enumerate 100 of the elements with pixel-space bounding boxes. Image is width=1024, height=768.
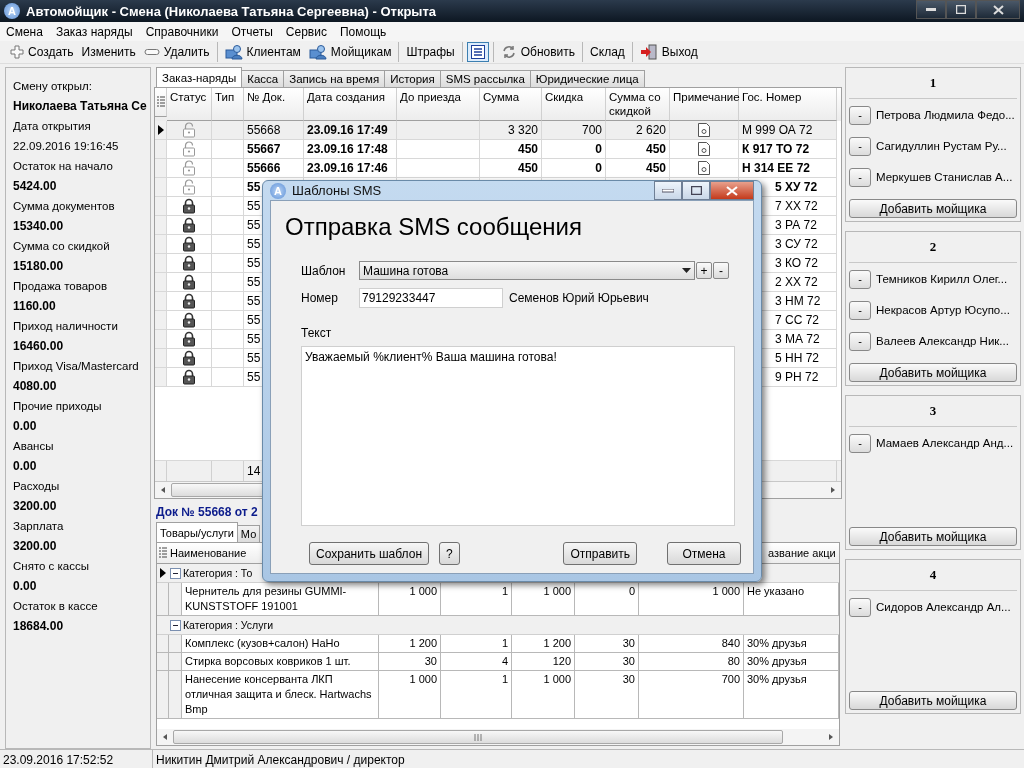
toolbar-button[interactable]: Обновить bbox=[497, 42, 579, 62]
remove-washer-button[interactable]: - bbox=[849, 300, 871, 320]
remove-washer-button[interactable]: - bbox=[849, 136, 871, 156]
toolbar-button[interactable]: Клиентам bbox=[221, 42, 304, 62]
menu-item[interactable]: Сервис bbox=[285, 24, 327, 39]
column-header[interactable]: Сумма bbox=[483, 90, 520, 104]
field-label: Номер bbox=[301, 291, 339, 305]
remove-template-button[interactable]: - bbox=[713, 262, 729, 279]
toolbar-button[interactable]: Выход bbox=[636, 42, 701, 62]
tab[interactable]: Заказ-наряды bbox=[156, 67, 243, 87]
phone-number-field[interactable]: 79129233447 bbox=[359, 288, 503, 308]
add-washer-button[interactable]: Добавить мойщика bbox=[849, 691, 1017, 710]
tab[interactable]: Касса bbox=[241, 70, 285, 87]
collapse-icon[interactable] bbox=[170, 619, 181, 631]
maximize-button[interactable] bbox=[946, 0, 976, 19]
tab[interactable]: Мо bbox=[236, 525, 261, 542]
window-title: Автомойщик - Смена (Николаева Татьяна Сергеевна) - Открыта bbox=[26, 3, 438, 19]
table-cell: 0 bbox=[595, 161, 602, 175]
table-cell: 2 620 bbox=[635, 123, 666, 137]
menu-item[interactable]: Заказ наряды bbox=[55, 24, 133, 39]
table-row[interactable]: 55668 23.09.16 17:49 3 320 700 2 620 М 999 ОА 72 bbox=[155, 121, 841, 140]
toolbar-button[interactable]: Удалить bbox=[140, 42, 213, 62]
maximize-button[interactable] bbox=[682, 181, 710, 200]
summary-value: 1160.00 bbox=[13, 298, 57, 315]
toolbar-button[interactable]: Склад bbox=[587, 42, 628, 62]
table-cell: 23.09.16 17:49 bbox=[307, 123, 388, 137]
remove-washer-button[interactable]: - bbox=[849, 597, 871, 617]
table-cell: 55 bbox=[247, 313, 261, 327]
remove-washer-button[interactable]: - bbox=[849, 269, 871, 289]
tab[interactable]: SMS рассылка bbox=[439, 70, 531, 87]
menu-item[interactable]: Справочники bbox=[145, 24, 219, 39]
add-template-button[interactable]: + bbox=[696, 262, 712, 279]
column-header[interactable]: До приезда bbox=[400, 90, 461, 104]
menu-item[interactable]: Помощь bbox=[339, 24, 387, 39]
remove-washer-button[interactable]: - bbox=[849, 167, 871, 187]
column-header[interactable]: Дата создания bbox=[307, 90, 385, 104]
summary-label: Приход наличности bbox=[13, 319, 119, 334]
collapse-icon[interactable] bbox=[170, 567, 181, 579]
table-cell: 55668 bbox=[247, 123, 281, 137]
dialog-button[interactable]: Отмена bbox=[667, 542, 741, 565]
washer-name: Сагидуллин Рустам Ру... bbox=[876, 140, 1007, 152]
column-header[interactable]: Сумма со скидкой bbox=[609, 90, 666, 118]
column-header[interactable]: Наименование bbox=[170, 547, 247, 559]
tab[interactable]: Запись на время bbox=[283, 70, 386, 87]
column-header[interactable]: Скидка bbox=[545, 90, 584, 104]
horizontal-scrollbar[interactable] bbox=[157, 729, 839, 745]
remove-washer-button[interactable]: - bbox=[849, 331, 871, 351]
column-chooser-icon[interactable] bbox=[159, 547, 167, 559]
column-header[interactable]: азвание акци bbox=[768, 547, 836, 559]
table-cell: 0 bbox=[595, 142, 602, 156]
column-header[interactable]: № Док. bbox=[247, 90, 286, 104]
tab[interactable]: История bbox=[384, 70, 441, 87]
column-chooser-icon[interactable] bbox=[156, 96, 165, 108]
toolbar-button[interactable]: Мойщикам bbox=[305, 42, 395, 62]
group-row[interactable]: Категория : Услуги bbox=[157, 616, 839, 635]
summary-value: 16460.00 bbox=[13, 338, 65, 355]
tab[interactable]: Юридические лица bbox=[529, 70, 645, 87]
column-header[interactable]: Гос. Номер bbox=[742, 90, 802, 104]
table-row[interactable]: Нанесение консерванта ЛКП отличная защита и блеск. Hartwachs Bmp 1 000 1 1 000 30 700 30% друзья bbox=[157, 671, 839, 719]
dialog-button[interactable]: Отправить bbox=[563, 542, 637, 565]
close-button[interactable] bbox=[976, 0, 1020, 19]
status-user: Никитин Дмитрий Александрович / директор bbox=[156, 753, 405, 767]
grip-icon bbox=[474, 733, 482, 741]
tab[interactable]: Товары/услуги bbox=[156, 522, 238, 542]
template-dropdown[interactable]: Машина готова bbox=[359, 261, 695, 280]
washer-name: Петрова Людмила Федо... bbox=[876, 109, 1015, 121]
table-cell: 840 bbox=[721, 636, 740, 651]
summary-label: Сумма документов bbox=[13, 199, 116, 214]
menu-item[interactable]: Смена bbox=[6, 24, 43, 39]
table-row[interactable]: 55666 23.09.16 17:46 450 0 450 Н 314 ЕЕ 72 bbox=[155, 159, 841, 178]
summary-label: Зарплата bbox=[13, 519, 65, 534]
dialog-button[interactable]: ? bbox=[439, 542, 460, 565]
table-cell: 3 РА 72 bbox=[775, 218, 817, 232]
dropdown-arrow-icon bbox=[682, 268, 691, 273]
menu-item[interactable]: Отчеты bbox=[231, 24, 273, 39]
add-washer-button[interactable]: Добавить мойщика bbox=[849, 363, 1017, 382]
column-header[interactable]: Тип bbox=[215, 90, 235, 104]
table-cell: 9 РН 72 bbox=[775, 370, 819, 384]
close-button[interactable] bbox=[710, 181, 754, 200]
minimize-button[interactable] bbox=[916, 0, 946, 19]
add-washer-button[interactable]: Добавить мойщика bbox=[849, 199, 1017, 218]
remove-washer-button[interactable]: - bbox=[849, 433, 871, 453]
list-view-button[interactable] bbox=[466, 42, 489, 62]
table-cell: К 917 ТО 72 bbox=[742, 142, 810, 156]
table-row[interactable]: Стирка ворсовых ковриков 1 шт. 30 4 120 30 80 30% друзья bbox=[157, 653, 839, 671]
add-washer-button[interactable]: Добавить мойщика bbox=[849, 527, 1017, 546]
remove-washer-button[interactable]: - bbox=[849, 105, 871, 125]
toolbar-button[interactable]: Создать bbox=[7, 42, 77, 62]
toolbar-button[interactable]: Изменить bbox=[78, 42, 139, 62]
message-field[interactable]: Уважаемый %клиент% Ваша машина готова! bbox=[301, 346, 735, 526]
dialog-button[interactable]: Сохранить шаблон bbox=[309, 542, 430, 565]
column-header[interactable]: Статус bbox=[170, 90, 207, 104]
table-row[interactable]: Комплекс (кузов+салон) НаНо 1 200 1 1 200 30 840 30% друзья bbox=[157, 635, 839, 653]
table-row[interactable]: 55667 23.09.16 17:48 450 0 450 К 917 ТО 72 bbox=[155, 140, 841, 159]
table-cell-text: Не указано bbox=[747, 584, 805, 599]
toolbar-button[interactable]: Штрафы bbox=[403, 42, 458, 62]
table-cell: 5 НН 72 bbox=[775, 351, 820, 365]
column-header[interactable]: Примечание bbox=[673, 90, 740, 104]
minus-icon bbox=[143, 48, 160, 56]
summary-label: Продажа товаров bbox=[13, 279, 108, 294]
